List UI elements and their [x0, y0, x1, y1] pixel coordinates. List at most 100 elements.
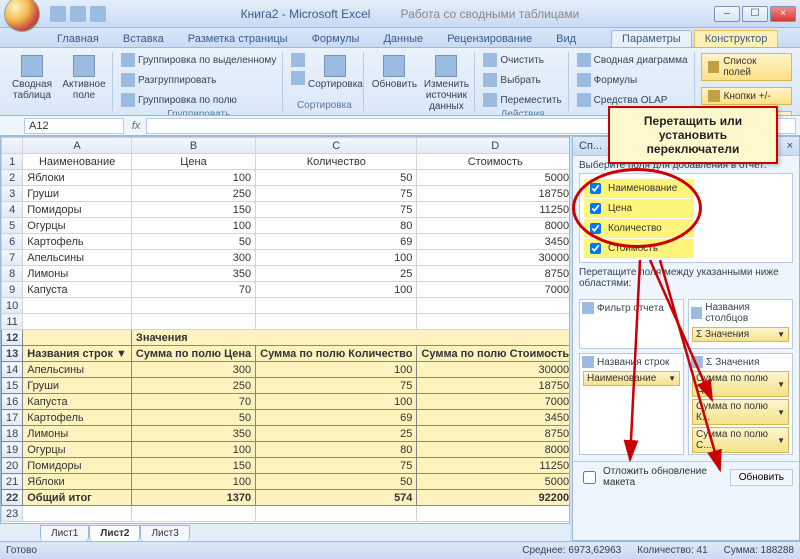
pivot-cell[interactable]: 150 [131, 458, 255, 474]
group-field-button[interactable]: Группировка по полю [119, 92, 278, 108]
cell[interactable]: 30000 [417, 250, 570, 266]
field-checkbox[interactable] [590, 203, 601, 214]
sort-asc-button[interactable] [289, 52, 307, 68]
pivot-cell[interactable]: Капуста [23, 394, 132, 410]
cell[interactable]: 350 [131, 266, 255, 282]
ungroup-button[interactable]: Разгруппировать [119, 72, 278, 88]
col-header[interactable]: B [131, 138, 255, 154]
cell[interactable]: 50 [256, 170, 417, 186]
cell[interactable]: 50 [131, 234, 255, 250]
field-item[interactable]: Наименование [584, 179, 694, 198]
pivot-cell[interactable]: 5000 [417, 474, 570, 490]
name-box[interactable]: A12 [24, 118, 124, 134]
pivot-cell[interactable]: Груши [23, 378, 132, 394]
row-header[interactable]: 7 [2, 250, 23, 266]
tab-data[interactable]: Данные [372, 30, 434, 47]
cell[interactable]: 11250 [417, 202, 570, 218]
sort-button[interactable]: Сортировка [311, 52, 359, 99]
cell[interactable]: 5000 [417, 170, 570, 186]
cell[interactable]: Количество [256, 154, 417, 170]
val-chip-1[interactable]: Сумма по полю Ц...▼ [692, 371, 789, 397]
cell[interactable]: Помидоры [23, 202, 132, 218]
cell[interactable]: 3450 [417, 234, 570, 250]
pivot-cell[interactable]: 300 [131, 362, 255, 378]
field-item[interactable]: Количество [584, 219, 694, 238]
pivottable-button[interactable]: Сводная таблица [8, 52, 56, 110]
cell[interactable]: 100 [131, 218, 255, 234]
active-field-button[interactable]: Активное поле [60, 52, 108, 110]
pivot-cell[interactable]: 250 [131, 378, 255, 394]
tab-options[interactable]: Параметры [611, 30, 692, 47]
pivot-cell[interactable]: 18750 [417, 378, 570, 394]
columns-area[interactable]: Названия столбцов Σ Значения▼ [688, 299, 793, 349]
values-area[interactable]: Σ Значения Сумма по полю Ц...▼ Сумма по … [688, 353, 793, 455]
pivot-cell[interactable]: 69 [256, 410, 417, 426]
pivot-cell[interactable]: 8750 [417, 426, 570, 442]
pivot-cell[interactable]: Огурцы [23, 442, 132, 458]
pivot-cell[interactable]: 7000 [417, 394, 570, 410]
cell[interactable]: Стоимость [417, 154, 570, 170]
cell[interactable]: 80 [256, 218, 417, 234]
undo-icon[interactable] [70, 6, 86, 22]
row-header[interactable]: 2 [2, 170, 23, 186]
pivot-cell[interactable]: Картофель [23, 410, 132, 426]
filter-area[interactable]: Фильтр отчета [579, 299, 684, 349]
update-button[interactable]: Обновить [730, 469, 793, 486]
pivot-cell[interactable]: 30000 [417, 362, 570, 378]
fieldlist-toggle[interactable]: Список полей [701, 53, 792, 81]
tab-home[interactable]: Главная [46, 30, 110, 47]
field-item[interactable]: Цена [584, 199, 694, 218]
redo-icon[interactable] [90, 6, 106, 22]
cell[interactable]: 75 [256, 202, 417, 218]
cell[interactable]: 69 [256, 234, 417, 250]
pivot-cell[interactable]: 25 [256, 426, 417, 442]
cell[interactable]: Цена [131, 154, 255, 170]
pivot-cell[interactable]: 100 [131, 442, 255, 458]
cell[interactable]: Огурцы [23, 218, 132, 234]
pivot-cell[interactable]: 8000 [417, 442, 570, 458]
cell[interactable]: 18750 [417, 186, 570, 202]
col-header[interactable]: D [417, 138, 570, 154]
field-checkbox[interactable] [590, 223, 601, 234]
tab-design[interactable]: Конструктор [694, 30, 779, 47]
fx-icon[interactable]: fx [126, 120, 146, 132]
sheet-tab-2[interactable]: Лист2 [89, 525, 140, 541]
row-header[interactable]: 1 [2, 154, 23, 170]
group-selection-button[interactable]: Группировка по выделенному [119, 52, 278, 68]
cell[interactable]: 8000 [417, 218, 570, 234]
cell[interactable]: 300 [131, 250, 255, 266]
sheet-tab-1[interactable]: Лист1 [40, 525, 89, 541]
field-item[interactable]: Стоимость [584, 239, 694, 258]
cell[interactable]: Картофель [23, 234, 132, 250]
pivot-cell[interactable]: 350 [131, 426, 255, 442]
sheet-tab-3[interactable]: Лист3 [140, 525, 189, 541]
cell[interactable]: 150 [131, 202, 255, 218]
row-header[interactable]: 4 [2, 202, 23, 218]
col-chip[interactable]: Σ Значения▼ [692, 327, 789, 342]
col-header[interactable]: C [256, 138, 417, 154]
cell[interactable]: 100 [131, 170, 255, 186]
sort-desc-button[interactable] [289, 70, 307, 86]
cell[interactable]: Апельсины [23, 250, 132, 266]
row-header[interactable]: 5 [2, 218, 23, 234]
pivot-cell[interactable]: Лимоны [23, 426, 132, 442]
maximize-button[interactable]: ☐ [742, 6, 768, 22]
row-header[interactable]: 9 [2, 282, 23, 298]
pivot-cell[interactable]: Помидоры [23, 458, 132, 474]
pivot-cell[interactable]: 11250 [417, 458, 570, 474]
pivotchart-button[interactable]: Сводная диаграмма [575, 52, 690, 68]
formulas-button[interactable]: Формулы [575, 72, 690, 88]
field-list[interactable]: НаименованиеЦенаКоличествоСтоимость [579, 173, 793, 263]
cell[interactable]: 8750 [417, 266, 570, 282]
tab-review[interactable]: Рецензирование [436, 30, 543, 47]
pivot-cell[interactable]: 50 [131, 410, 255, 426]
tab-formulas[interactable]: Формулы [301, 30, 371, 47]
row-header[interactable]: 6 [2, 234, 23, 250]
cell[interactable]: Капуста [23, 282, 132, 298]
buttons-toggle[interactable]: Кнопки +/- [701, 87, 792, 105]
tab-layout[interactable]: Разметка страницы [177, 30, 299, 47]
change-source-button[interactable]: Изменить источник данных [422, 52, 470, 115]
tab-view[interactable]: Вид [545, 30, 587, 47]
cell[interactable]: Груши [23, 186, 132, 202]
val-chip-2[interactable]: Сумма по полю К...▼ [692, 399, 789, 425]
